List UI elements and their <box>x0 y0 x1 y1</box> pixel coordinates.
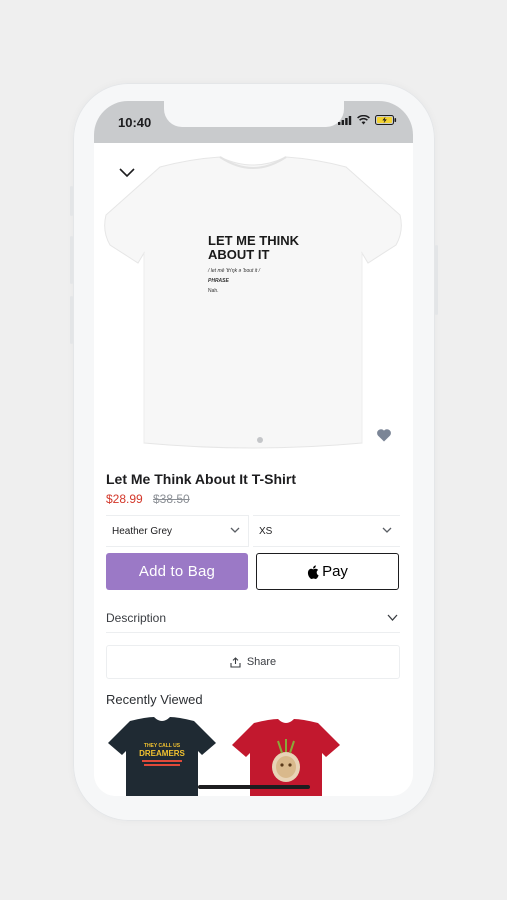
product-original-price: $38.50 <box>153 492 190 506</box>
phone-side-button <box>70 186 73 216</box>
phone-side-button <box>70 236 73 284</box>
status-bar: 10:40 <box>94 101 413 143</box>
home-indicator[interactable] <box>198 785 310 789</box>
notch <box>164 101 344 127</box>
chevron-down-icon <box>230 527 240 533</box>
status-icons <box>338 115 397 125</box>
share-button[interactable]: Share <box>106 645 400 679</box>
phone-screen: 10:40 LET ME THINK ABOUT IT / let mē 'th… <box>94 101 413 796</box>
wifi-icon <box>357 115 370 125</box>
chevron-down-icon <box>382 527 392 533</box>
product-page: LET ME THINK ABOUT IT / let mē 'th'ŋk ə … <box>94 143 413 796</box>
recent-item-print: DREAMERS <box>139 749 185 758</box>
add-to-bag-button[interactable]: Add to Bag <box>106 553 248 590</box>
share-icon <box>230 656 241 668</box>
shirt-print-headline: LET ME THINK <box>208 233 300 248</box>
shirt-print-headline: ABOUT IT <box>208 247 269 262</box>
color-select-value: Heather Grey <box>112 525 173 537</box>
color-select[interactable]: Heather Grey <box>106 515 249 547</box>
heart-icon[interactable] <box>376 427 392 443</box>
chevron-down-icon <box>387 614 398 621</box>
battery-icon <box>375 115 397 125</box>
apple-pay-button[interactable]: Pay <box>256 553 399 590</box>
size-select-value: XS <box>259 525 273 537</box>
phone-side-button <box>70 296 73 344</box>
phone-side-button <box>435 245 438 315</box>
shirt-print-subtitle: / let mē 'th'ŋk ə 'bout it / <box>207 268 261 274</box>
apple-icon <box>307 564 319 579</box>
signal-icon <box>338 115 352 125</box>
product-image[interactable]: LET ME THINK ABOUT IT / let mē 'th'ŋk ə … <box>100 153 406 449</box>
shirt-print-tag: PHRASE <box>208 278 230 284</box>
chevron-down-icon[interactable] <box>118 167 136 179</box>
description-label: Description <box>106 610 167 625</box>
share-label: Share <box>246 656 277 668</box>
shirt-print-definition: Nah. <box>208 288 219 294</box>
product-price: $28.99 <box>106 492 143 506</box>
product-title: Let Me Think About It T-Shirt <box>106 471 297 487</box>
description-accordion[interactable]: Description <box>106 603 400 633</box>
status-time: 10:40 <box>118 115 152 130</box>
apple-pay-label: Pay <box>322 563 348 580</box>
size-select[interactable]: XS <box>253 515 400 547</box>
recently-viewed-title: Recently Viewed <box>106 692 203 707</box>
image-pagination-dot[interactable] <box>257 437 263 443</box>
